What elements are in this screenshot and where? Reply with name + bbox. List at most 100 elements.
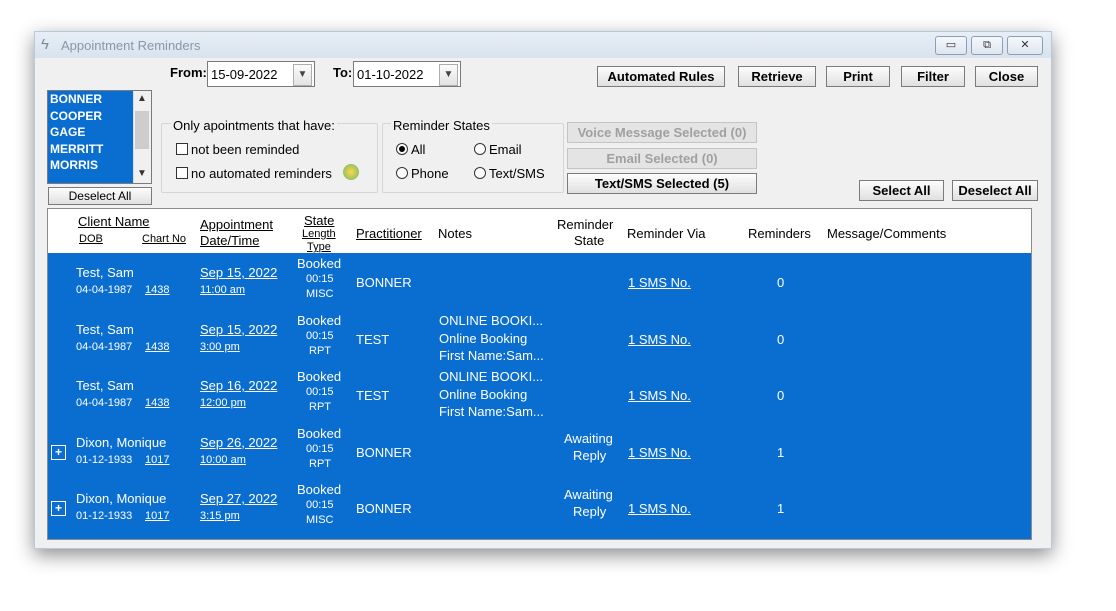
select-all-button[interactable]: Select All: [859, 180, 944, 201]
state-email-radio[interactable]: [474, 143, 486, 155]
table-row[interactable]: Test, Sam 04-04-1987 1438 Sep 15, 2022 1…: [48, 253, 1031, 310]
appointment-state: Booked: [297, 369, 342, 384]
table-row[interactable]: + Dixon, Monique 01-12-1933 1017 Sep 27,…: [48, 479, 1031, 536]
col-notes: Notes: [438, 226, 472, 241]
no-automated-checkbox[interactable]: [176, 167, 188, 179]
practitioner: BONNER: [356, 444, 412, 460]
reminder-via-link[interactable]: 1 SMS No.: [628, 445, 691, 460]
appointment-date-link[interactable]: Sep 16, 2022: [200, 378, 277, 393]
appointment-reminders-window: ϟ Appointment Reminders ▭ ⧉ ✕ From: 15-0…: [34, 31, 1052, 549]
appointments-grid[interactable]: Client Name DOB Chart No Appointment Dat…: [47, 208, 1032, 540]
col-client-name[interactable]: Client Name: [78, 214, 150, 229]
reminder-state: Awaiting: [564, 430, 613, 446]
window-title: Appointment Reminders: [61, 38, 201, 53]
col-date-time[interactable]: Date/Time: [200, 233, 259, 248]
reminder-state: Reply: [573, 447, 607, 463]
reminders-count: 1: [777, 501, 785, 516]
col-chart-no[interactable]: Chart No: [142, 232, 186, 247]
automation-icon: [343, 164, 359, 180]
col-reminder-state: State: [574, 233, 605, 248]
appointment-type: RPT: [309, 457, 331, 470]
close-button[interactable]: Close: [975, 66, 1038, 87]
email-selected-button[interactable]: Email Selected (0): [567, 148, 757, 169]
filter-button[interactable]: Filter: [901, 66, 965, 87]
deselect-all-button[interactable]: Deselect All: [952, 180, 1038, 201]
scroll-thumb[interactable]: [135, 111, 149, 149]
print-button[interactable]: Print: [826, 66, 890, 87]
restore-button[interactable]: ⧉: [971, 36, 1003, 55]
title-bar: ϟ Appointment Reminders ▭ ⧉ ✕: [35, 32, 1051, 58]
chart-no-link[interactable]: 1438: [145, 397, 169, 409]
table-row[interactable]: + Dixon, Monique 01-12-1933 1017 Sep 26,…: [48, 423, 1031, 480]
reminder-state: Awaiting: [564, 487, 613, 502]
appointment-time-link[interactable]: 3:15 pm: [200, 510, 240, 522]
practitioner: BONNER: [356, 275, 412, 290]
appointment-state: Booked: [297, 256, 342, 271]
reminder-via-link[interactable]: 1 SMS No.: [628, 388, 691, 403]
grid-header: Client Name DOB Chart No Appointment Dat…: [48, 209, 1031, 253]
expand-row-button[interactable]: +: [51, 501, 66, 516]
appointment-time-link[interactable]: 11:00 am: [200, 284, 245, 296]
client-name: Test, Sam: [76, 378, 134, 393]
chart-no-link[interactable]: 1438: [145, 284, 169, 296]
close-window-button[interactable]: ✕: [1007, 36, 1043, 55]
table-row[interactable]: Test, Sam 04-04-1987 1438 Sep 16, 2022 1…: [48, 366, 1031, 423]
state-phone-radio[interactable]: [396, 167, 408, 179]
chart-no-link[interactable]: 1017: [145, 454, 169, 466]
col-practitioner[interactable]: Practitioner: [356, 226, 422, 241]
reminder-via-link[interactable]: 1 SMS No.: [628, 501, 691, 516]
client-name: Test, Sam: [76, 265, 134, 280]
appointment-time-link[interactable]: 3:00 pm: [200, 341, 240, 353]
chart-no-link[interactable]: 1438: [145, 341, 169, 353]
chevron-down-icon[interactable]: ▼: [137, 168, 147, 179]
grid-rows: Test, Sam 04-04-1987 1438 Sep 15, 2022 1…: [48, 253, 1031, 539]
appointment-time-link[interactable]: 12:00 pm: [200, 397, 246, 409]
table-row[interactable]: Test, Sam 04-04-1987 1438 Sep 15, 2022 3…: [48, 310, 1031, 367]
reminder-via-link[interactable]: 1 SMS No.: [628, 275, 691, 290]
chevron-down-icon[interactable]: ▼: [439, 64, 458, 86]
appointment-date-link[interactable]: Sep 15, 2022: [200, 265, 277, 280]
notes-line: Online Booking: [439, 387, 528, 402]
appointment-length: 00:15: [306, 499, 334, 511]
appointment-type: RPT: [309, 401, 331, 413]
chevron-up-icon[interactable]: ▲: [137, 93, 147, 104]
col-reminders: Reminders: [748, 226, 811, 241]
appointment-length: 00:15: [306, 386, 334, 398]
practitioner-list[interactable]: BONNER COOPER GAGE MERRITT MORRIS ▲ ▼: [47, 90, 152, 184]
appointment-date-link[interactable]: Sep 27, 2022: [200, 491, 277, 506]
reminder-via-link[interactable]: 1 SMS No.: [628, 332, 691, 347]
reminder-states-title: Reminder States: [391, 118, 492, 133]
voice-message-selected-button[interactable]: Voice Message Selected (0): [567, 122, 757, 143]
client-name: Test, Sam: [76, 321, 134, 337]
automated-rules-button[interactable]: Automated Rules: [597, 66, 725, 87]
appointment-time-link[interactable]: 10:00 am: [200, 454, 246, 466]
practitioner: BONNER: [356, 501, 412, 516]
reminders-count: 0: [777, 388, 785, 403]
appointment-length: 00:15: [306, 273, 334, 285]
appointment-type: MISC: [306, 288, 334, 300]
from-date-combo[interactable]: 15-09-2022 ▼: [207, 61, 315, 87]
to-date-combo[interactable]: 01-10-2022 ▼: [353, 61, 461, 87]
deselect-practitioners-button[interactable]: Deselect All: [48, 187, 152, 205]
minimize-button[interactable]: ▭: [935, 36, 967, 55]
not-reminded-checkbox[interactable]: [176, 143, 188, 155]
col-appointment[interactable]: Appointment: [200, 217, 273, 232]
state-textsms-radio[interactable]: [474, 167, 486, 179]
state-all-radio[interactable]: [396, 143, 408, 155]
sms-selected-button[interactable]: Text/SMS Selected (5): [567, 173, 757, 194]
appointment-date-link[interactable]: Sep 15, 2022: [200, 322, 277, 337]
list-scrollbar[interactable]: ▲ ▼: [133, 91, 151, 183]
client-dob: 01-12-1933: [76, 453, 133, 466]
col-dob[interactable]: DOB: [79, 232, 103, 247]
client-name: Dixon, Monique: [76, 491, 167, 506]
expand-row-button[interactable]: +: [51, 444, 66, 460]
chart-no-link[interactable]: 1017: [145, 510, 169, 522]
client-dob: 04-04-1987: [76, 284, 133, 296]
col-reminder: Reminder: [557, 217, 614, 232]
notes-line: ONLINE BOOKI...: [439, 369, 544, 384]
col-state[interactable]: State: [304, 213, 334, 228]
appointment-date-link[interactable]: Sep 26, 2022: [200, 435, 277, 450]
retrieve-button[interactable]: Retrieve: [738, 66, 816, 87]
chevron-down-icon[interactable]: ▼: [293, 64, 312, 86]
state-email-label: Email: [489, 142, 522, 157]
